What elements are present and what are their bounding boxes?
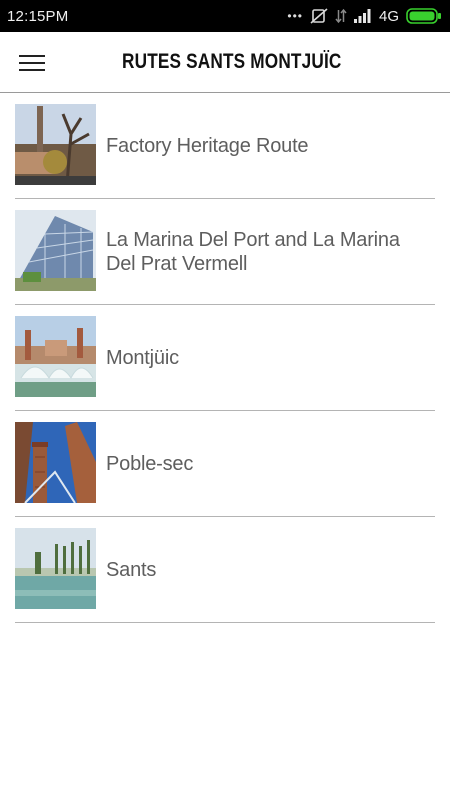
- list-item-montjuic[interactable]: Montjüic: [15, 305, 435, 411]
- list-item-sants[interactable]: Sants: [15, 517, 435, 623]
- data-arrows-icon: [335, 8, 347, 24]
- list-item-factory-heritage-route[interactable]: Factory Heritage Route: [15, 93, 435, 199]
- route-thumbnail: [15, 528, 96, 609]
- status-icons: ••• 4G: [287, 8, 442, 25]
- status-bar: 12:15PM ••• 4G: [0, 0, 450, 32]
- route-list: Factory Heritage Route La Marina Del Por…: [0, 93, 450, 623]
- route-label: Montjüic: [106, 347, 179, 369]
- hamburger-menu-icon[interactable]: [14, 46, 50, 80]
- route-label: La Marina Del Port and La Marina Del Pra…: [106, 229, 400, 275]
- route-thumbnail: [15, 210, 96, 291]
- route-label: Poble-sec: [106, 453, 194, 475]
- status-time: 12:15PM: [7, 7, 69, 25]
- no-sim-icon: [310, 8, 328, 24]
- list-item-poble-sec[interactable]: Poble-sec: [15, 411, 435, 517]
- more-dots-icon: •••: [287, 9, 303, 23]
- battery-icon: [406, 8, 442, 24]
- app-header: RUTES SANTS MONTJUÏC: [0, 32, 450, 93]
- signal-icon: [353, 9, 372, 23]
- route-label: Factory Heritage Route: [106, 135, 309, 157]
- list-item-la-marina[interactable]: La Marina Del Port and La Marina Del Pra…: [15, 199, 435, 305]
- page-title: RUTES SANTS MONTJUÏC: [122, 50, 342, 73]
- route-thumbnail: [15, 316, 96, 397]
- network-type: 4G: [378, 7, 399, 25]
- route-label: Sants: [106, 559, 157, 581]
- route-thumbnail: [15, 422, 96, 503]
- route-thumbnail: [15, 104, 96, 185]
